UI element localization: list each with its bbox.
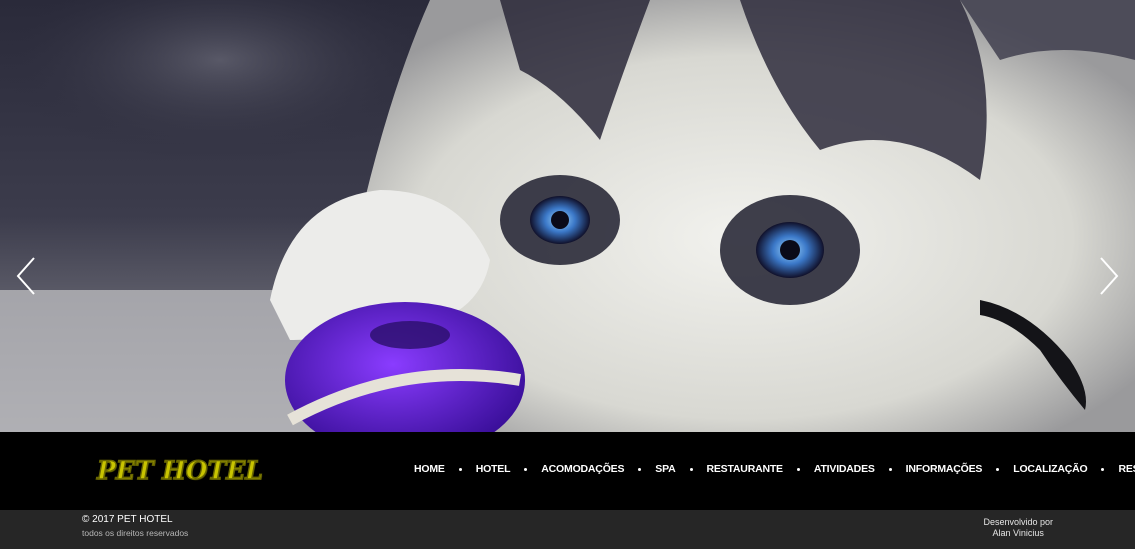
main-nav: HOME HOTEL ACOMODAÇÕES SPA RESTAURANTE A… (414, 459, 1135, 479)
nav-separator-dot (524, 467, 528, 471)
copyright-text: © 2017 PET HOTEL (82, 514, 173, 525)
nav-item-localizacao[interactable]: LOCALIZAÇÃO (1013, 463, 1087, 475)
carousel-prev-button[interactable] (14, 256, 38, 296)
developer-credit: Desenvolvido por Alan Vinicius (983, 517, 1053, 539)
hero-carousel (0, 0, 1135, 432)
nav-item-informacoes[interactable]: INFORMAÇÕES (906, 463, 983, 475)
developer-name: Alan Vinicius (992, 528, 1044, 538)
brand-logo[interactable]: PET HOTEL (96, 455, 263, 487)
rights-text: todos os direitos reservados (82, 528, 189, 538)
chevron-left-icon (16, 257, 35, 295)
nav-item-acomodacoes[interactable]: ACOMODAÇÕES (541, 463, 624, 475)
nav-separator-dot (458, 467, 462, 471)
nav-separator-dot (638, 467, 642, 471)
nav-item-home[interactable]: HOME (414, 463, 445, 475)
nav-item-reservas[interactable]: RESERVAS (1118, 463, 1135, 475)
nav-separator-dot (796, 467, 800, 471)
nav-item-restaurante[interactable]: RESTAURANTE (707, 463, 784, 475)
nav-separator-dot (689, 467, 693, 471)
nav-separator-dot (1101, 467, 1105, 471)
chevron-right-icon (1100, 257, 1119, 295)
site-footer: © 2017 PET HOTEL todos os direitos reser… (0, 510, 1135, 549)
nav-separator-dot (996, 467, 1000, 471)
nav-item-hotel[interactable]: HOTEL (476, 463, 511, 475)
nav-item-spa[interactable]: SPA (655, 463, 675, 475)
hero-image (0, 0, 1135, 432)
nav-item-atividades[interactable]: ATIVIDADES (814, 463, 875, 475)
carousel-next-button[interactable] (1097, 256, 1121, 296)
nav-separator-dot (888, 467, 892, 471)
developer-label: Desenvolvido por (983, 517, 1053, 527)
main-navbar: PET HOTEL HOME HOTEL ACOMODAÇÕES SPA RES… (0, 432, 1135, 510)
